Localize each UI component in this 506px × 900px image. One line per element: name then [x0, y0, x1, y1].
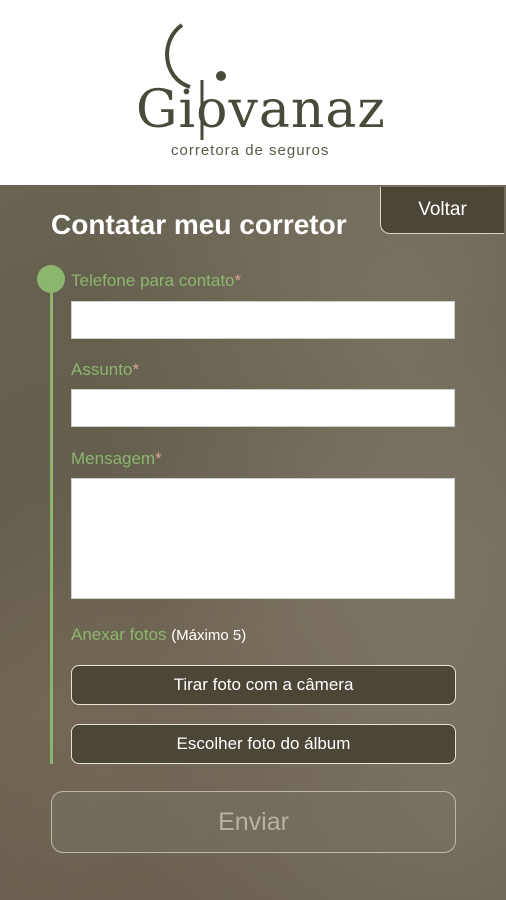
phone-input[interactable]: [71, 301, 455, 339]
header: Giovanaz corretora de seguros: [0, 0, 506, 185]
message-label-text: Mensagem: [71, 449, 156, 468]
message-label: Mensagem*: [71, 449, 162, 469]
message-textarea[interactable]: [71, 478, 455, 599]
contact-form-panel: Contatar meu corretor Voltar Telefone pa…: [0, 185, 506, 900]
attach-limit-note: (Máximo 5): [171, 627, 247, 644]
brand-name: Giovanaz: [136, 80, 386, 140]
subject-label: Assunto*: [71, 360, 139, 380]
attach-photos-text: Anexar fotos: [71, 625, 167, 644]
phone-label: Telefone para contato*: [71, 271, 241, 291]
submit-button[interactable]: Enviar: [51, 791, 456, 853]
progress-dot: [37, 265, 65, 293]
attach-photos-label: Anexar fotos (Máximo 5): [71, 625, 246, 645]
choose-album-photo-button[interactable]: Escolher foto do álbum: [71, 724, 456, 764]
brand-tagline: corretora de seguros: [171, 142, 330, 159]
subject-input[interactable]: [71, 389, 455, 427]
required-mark: *: [155, 449, 162, 468]
required-mark: *: [132, 360, 140, 379]
back-button[interactable]: Voltar: [380, 187, 504, 234]
brand-logo: Giovanaz corretora de seguros: [0, 0, 506, 185]
phone-label-text: Telefone para contato: [71, 271, 235, 290]
subject-label-text: Assunto: [71, 360, 133, 379]
required-mark: *: [234, 271, 242, 290]
page-title: Contatar meu corretor: [51, 209, 347, 240]
take-photo-button[interactable]: Tirar foto com a câmera: [71, 665, 456, 705]
progress-line: [50, 280, 53, 764]
